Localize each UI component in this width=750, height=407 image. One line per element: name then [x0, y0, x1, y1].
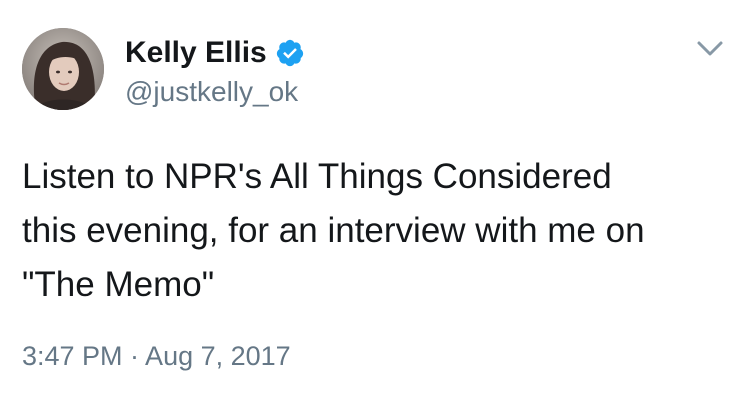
tweet-timestamp[interactable]: 3:47 PM · Aug 7, 2017 [22, 340, 291, 372]
chevron-down-icon[interactable] [696, 38, 724, 60]
tweet-text: Listen to NPR's All Things Considered th… [22, 157, 645, 304]
avatar-image [22, 28, 104, 110]
verified-badge-icon [275, 38, 305, 68]
tweet-card: Kelly Ellis @justkelly_ok Listen to NPR'… [0, 0, 750, 407]
author-name-row: Kelly Ellis [125, 36, 305, 70]
author-handle[interactable]: @justkelly_ok [125, 76, 298, 108]
author-display-name[interactable]: Kelly Ellis [125, 36, 267, 70]
avatar[interactable] [22, 28, 104, 110]
